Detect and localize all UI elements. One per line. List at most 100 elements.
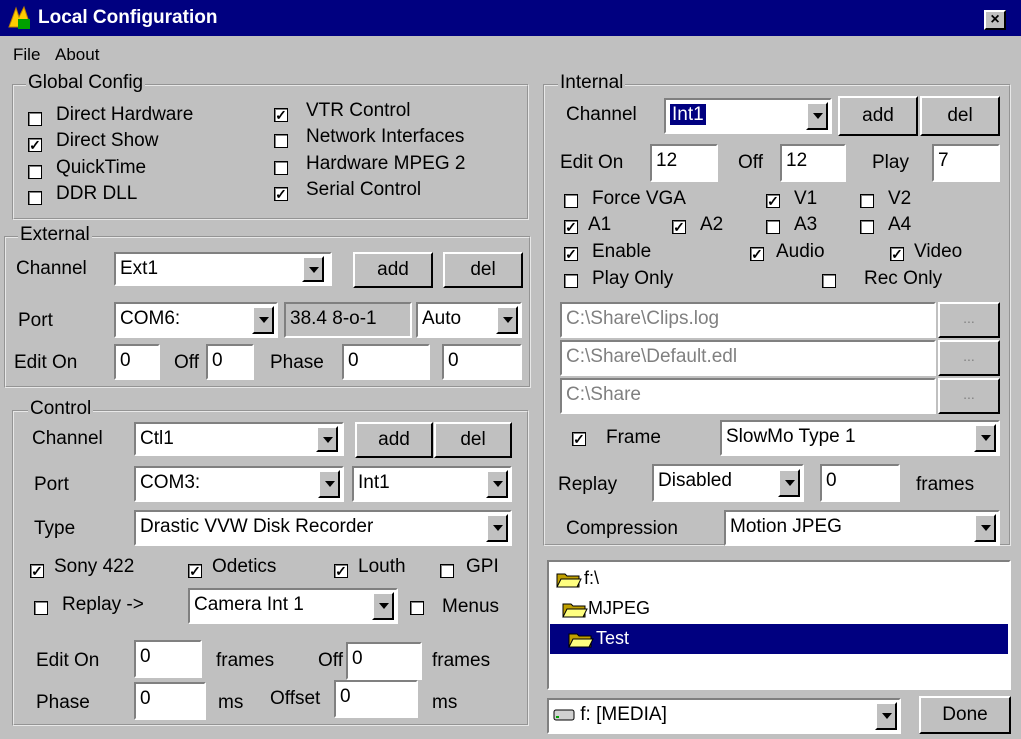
control-phase-input[interactable]: 0 bbox=[134, 682, 206, 720]
internal-off-input[interactable]: 12 bbox=[780, 144, 846, 182]
direct-show-checkbox[interactable]: ✓ bbox=[28, 138, 42, 152]
drive-dropdown-icon[interactable] bbox=[875, 702, 897, 730]
external-edit-on-input[interactable]: 0 bbox=[114, 344, 160, 380]
drive-select[interactable]: f: [MEDIA] bbox=[547, 698, 901, 734]
frame-checkbox[interactable]: ✓ bbox=[572, 432, 586, 446]
control-replay-checkbox[interactable] bbox=[34, 601, 48, 615]
force-vga-checkbox[interactable] bbox=[564, 194, 578, 208]
folder-test[interactable]: Test bbox=[596, 628, 629, 649]
internal-channel-dropdown-icon[interactable] bbox=[806, 102, 828, 130]
video-checkbox[interactable]: ✓ bbox=[890, 247, 904, 261]
control-replay-select[interactable]: Camera Int 1 bbox=[188, 588, 398, 624]
sony-422-checkbox[interactable]: ✓ bbox=[30, 564, 44, 578]
a3-checkbox[interactable] bbox=[766, 220, 780, 234]
external-legend: External bbox=[18, 224, 92, 246]
compression-dropdown-icon[interactable] bbox=[974, 514, 996, 542]
menu-file[interactable]: File bbox=[13, 45, 40, 65]
control-port-dropdown-icon[interactable] bbox=[318, 470, 340, 498]
control-edit-on-input[interactable]: 0 bbox=[134, 640, 202, 678]
odetics-checkbox[interactable]: ✓ bbox=[188, 564, 202, 578]
rec-only-label: Rec Only bbox=[864, 268, 943, 289]
a2-label: A2 bbox=[700, 214, 724, 235]
external-channel-label: Channel bbox=[16, 258, 87, 279]
quicktime-checkbox[interactable] bbox=[28, 165, 42, 179]
control-channel-dropdown-icon[interactable] bbox=[316, 426, 338, 452]
audio-checkbox[interactable]: ✓ bbox=[750, 247, 764, 261]
slowmo-type-select[interactable]: SlowMo Type 1 bbox=[720, 420, 1000, 456]
compression-label: Compression bbox=[566, 518, 678, 539]
app-icon bbox=[8, 5, 30, 29]
control-type-select[interactable]: Drastic VVW Disk Recorder bbox=[134, 510, 512, 546]
external-del-button[interactable]: del bbox=[443, 252, 523, 288]
folder-mjpeg[interactable]: MJPEG bbox=[588, 598, 650, 619]
control-port-select[interactable]: COM3: bbox=[134, 466, 344, 502]
share-path-field[interactable]: C:\Share bbox=[560, 378, 936, 414]
external-phase-input-2[interactable]: 0 bbox=[442, 344, 522, 380]
network-interfaces-checkbox[interactable] bbox=[274, 134, 288, 148]
control-edit-on-label: Edit On bbox=[36, 650, 100, 671]
internal-replay-frames-input[interactable]: 0 bbox=[820, 464, 900, 502]
control-add-button[interactable]: add bbox=[355, 422, 433, 458]
internal-add-button[interactable]: add bbox=[838, 96, 918, 136]
vtr-control-checkbox[interactable]: ✓ bbox=[274, 108, 288, 122]
clips-log-path-field[interactable]: C:\Share\Clips.log bbox=[560, 302, 936, 338]
control-port-target-dropdown-icon[interactable] bbox=[486, 470, 508, 498]
external-channel-dropdown-icon[interactable] bbox=[302, 256, 324, 282]
edl-path-field[interactable]: C:\Share\Default.edl bbox=[560, 340, 936, 376]
internal-del-button[interactable]: del bbox=[920, 96, 1000, 136]
v1-label: V1 bbox=[794, 188, 818, 209]
control-replay-dropdown-icon[interactable] bbox=[372, 592, 394, 620]
a3-label: A3 bbox=[794, 214, 818, 235]
ddr-dll-label: DDR DLL bbox=[56, 183, 138, 204]
direct-hardware-checkbox[interactable] bbox=[28, 112, 42, 126]
menus-checkbox[interactable] bbox=[410, 601, 424, 615]
external-mode-dropdown-icon[interactable] bbox=[496, 306, 518, 334]
a2-checkbox[interactable]: ✓ bbox=[672, 220, 686, 234]
rec-only-checkbox[interactable] bbox=[822, 274, 836, 288]
drive-value: f: [MEDIA] bbox=[580, 704, 667, 725]
control-offset-input[interactable]: 0 bbox=[334, 680, 418, 718]
menu-about[interactable]: About bbox=[55, 45, 99, 65]
clips-log-browse-button[interactable]: ... bbox=[938, 302, 1000, 338]
enable-checkbox[interactable]: ✓ bbox=[564, 247, 578, 261]
control-type-dropdown-icon[interactable] bbox=[486, 514, 508, 542]
gpi-checkbox[interactable] bbox=[440, 564, 454, 578]
hardware-mpeg2-checkbox[interactable] bbox=[274, 161, 288, 175]
menus-label: Menus bbox=[442, 596, 500, 617]
internal-replay-dropdown-icon[interactable] bbox=[778, 469, 800, 497]
folder-root[interactable]: f:\ bbox=[584, 568, 599, 589]
internal-edit-on-label: Edit On bbox=[560, 152, 624, 173]
global-config-legend: Global Config bbox=[26, 72, 146, 94]
control-port-label: Port bbox=[34, 474, 69, 495]
serial-control-checkbox[interactable]: ✓ bbox=[274, 187, 288, 201]
enable-label: Enable bbox=[592, 241, 652, 262]
external-off-input[interactable]: 0 bbox=[206, 344, 254, 380]
done-button[interactable]: Done bbox=[919, 696, 1011, 734]
slowmo-type-dropdown-icon[interactable] bbox=[974, 424, 996, 452]
control-frames-label: frames bbox=[216, 650, 275, 671]
ddr-dll-checkbox[interactable] bbox=[28, 191, 42, 205]
external-add-button[interactable]: add bbox=[353, 252, 433, 288]
a1-checkbox[interactable]: ✓ bbox=[564, 220, 578, 234]
play-only-checkbox[interactable] bbox=[564, 274, 578, 288]
external-channel-select[interactable]: Ext1 bbox=[114, 252, 332, 286]
louth-checkbox[interactable]: ✓ bbox=[334, 564, 348, 578]
internal-play-input[interactable]: 7 bbox=[932, 144, 1000, 182]
internal-edit-on-input[interactable]: 12 bbox=[650, 144, 718, 182]
video-label: Video bbox=[914, 241, 963, 262]
edl-browse-button[interactable]: ... bbox=[938, 340, 1000, 376]
a4-checkbox[interactable] bbox=[860, 220, 874, 234]
control-channel-select[interactable]: Ctl1 bbox=[134, 422, 344, 456]
close-button[interactable]: × bbox=[984, 10, 1006, 30]
control-frames-label-2: frames bbox=[432, 650, 491, 671]
share-browse-button[interactable]: ... bbox=[938, 378, 1000, 414]
control-off-input[interactable]: 0 bbox=[346, 642, 422, 680]
external-port-dropdown-icon[interactable] bbox=[252, 306, 274, 334]
external-phase-label: Phase bbox=[270, 352, 324, 373]
compression-select[interactable]: Motion JPEG bbox=[724, 510, 1000, 546]
v1-checkbox[interactable]: ✓ bbox=[766, 194, 780, 208]
external-phase-input[interactable]: 0 bbox=[342, 344, 430, 380]
v2-checkbox[interactable] bbox=[860, 194, 874, 208]
control-del-button[interactable]: del bbox=[434, 422, 512, 458]
quicktime-label: QuickTime bbox=[56, 157, 147, 178]
